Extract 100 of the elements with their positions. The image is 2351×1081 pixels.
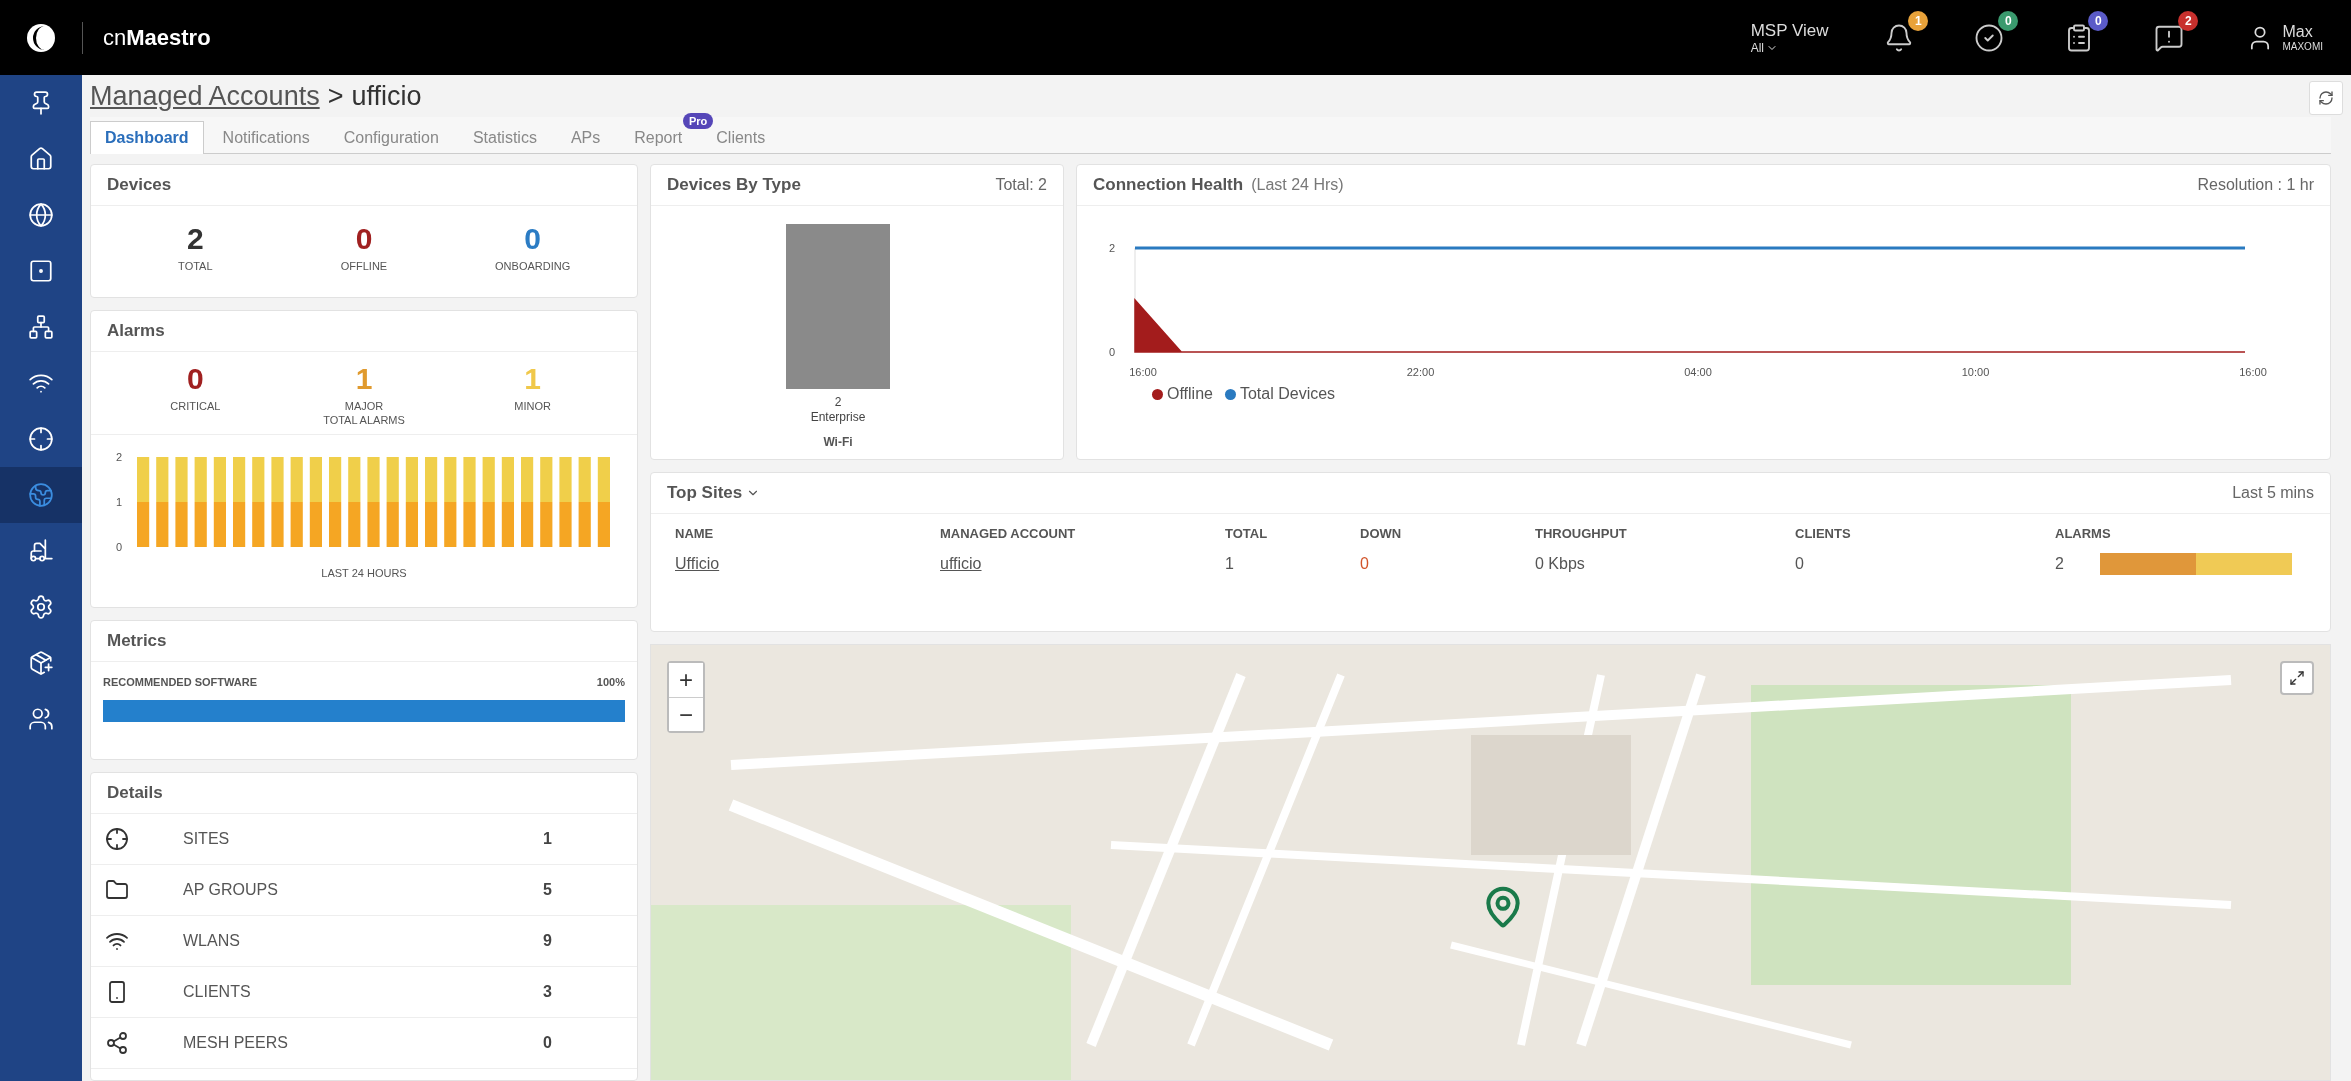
- table-cell-text: 0: [1795, 555, 1805, 573]
- folder-icon: [105, 878, 129, 902]
- legend-item: Total Devices: [1224, 385, 1336, 403]
- detail-value: 0: [543, 1034, 553, 1052]
- card-title: Connection Health: [1093, 175, 1244, 195]
- view-label: MSP View: [1750, 20, 1829, 41]
- forklift-icon: [28, 538, 54, 564]
- period-label: Last 5 mins: [2232, 484, 2314, 502]
- axis-tick-label: 10:00: [1961, 366, 1990, 378]
- detail-value: 5: [543, 881, 553, 899]
- table-cell-text: 0: [1360, 555, 1370, 573]
- user-name: Max: [2282, 23, 2313, 41]
- axis-tick-label: 2: [1109, 242, 1116, 254]
- column-header: THROUGHPUT: [1535, 526, 1628, 541]
- legend-item: Offline: [1152, 385, 1213, 403]
- globe-icon: [28, 482, 54, 508]
- axis-tick-label: 2: [116, 451, 123, 463]
- pro-badge: Pro: [682, 113, 714, 129]
- axis-tick-label: 0: [1109, 346, 1116, 358]
- stat-label: MAJOR: [344, 400, 384, 412]
- user-organization: MAXOMI: [2282, 41, 2323, 52]
- check-circle-icon: [1974, 22, 2005, 53]
- category-label: Enterprise: [810, 410, 866, 424]
- column-header: ALARMS: [2055, 526, 2112, 541]
- stat-label: CRITICAL: [170, 400, 221, 412]
- stat-label: TOTAL: [178, 260, 213, 272]
- network-icon: [28, 314, 54, 340]
- count-badge: 1: [1908, 10, 1929, 31]
- metric-label: RECOMMENDED SOFTWARE: [103, 676, 257, 688]
- column-header: TOTAL: [1225, 526, 1269, 541]
- crosshair-icon: [105, 827, 129, 851]
- column-header: CLIENTS: [1795, 526, 1852, 541]
- metric-reading: 100%: [596, 676, 625, 688]
- detail-label: AP GROUPS: [183, 881, 279, 899]
- breadcrumb-link[interactable]: Managed Accounts: [90, 80, 320, 112]
- card-title: Alarms: [107, 321, 165, 341]
- stat-value: 0: [524, 222, 541, 256]
- detail-label: SITES: [183, 830, 231, 848]
- column-header: MANAGED ACCOUNT: [940, 526, 1077, 541]
- table-cell-text: 0 Kbps: [1535, 555, 1586, 573]
- column-header: NAME: [675, 526, 715, 541]
- stat-label: MINOR: [514, 400, 551, 412]
- axis-label: LAST 24 HOURS: [321, 567, 407, 579]
- count-badge: 0: [1998, 10, 2019, 31]
- total-alarms-label: TOTAL ALARMS: [323, 414, 405, 426]
- stat-label: OFFLINE: [340, 260, 388, 272]
- mesh-icon: [105, 1031, 129, 1055]
- stat-value: 2: [187, 222, 204, 256]
- detail-value: 9: [543, 932, 553, 950]
- fullscreen-button[interactable]: [2280, 661, 2314, 695]
- column-header: DOWN: [1360, 526, 1403, 541]
- breadcrumb-separator: >: [327, 80, 344, 112]
- table-cell: 2: [2055, 555, 2064, 573]
- card-title: Metrics: [107, 631, 167, 651]
- total-label: Total: 2: [995, 176, 1047, 194]
- stat-value: 1: [524, 362, 541, 396]
- brand-name: cnMaestro: [103, 24, 211, 51]
- axis-tick-label: 16:00: [1129, 366, 1157, 378]
- axis-tick-label: 22:00: [1406, 366, 1435, 378]
- count-badge: 2: [2178, 10, 2199, 31]
- crosshair-icon: [28, 426, 54, 452]
- view-dropdown[interactable]: All: [1750, 40, 1829, 55]
- detail-value: 3: [543, 983, 553, 1001]
- detail-value: 1: [543, 830, 553, 848]
- stat-value: 1: [355, 362, 373, 396]
- bar-count: 2: [834, 395, 842, 409]
- card-title: Details: [107, 783, 163, 803]
- axis-tick-label: 0: [116, 541, 123, 553]
- resolution-label: Resolution : 1 hr: [2197, 176, 2314, 194]
- users-icon: [28, 706, 54, 732]
- tab[interactable]: Statistics: [457, 121, 552, 154]
- account-link[interactable]: ufficio: [940, 555, 982, 573]
- tab[interactable]: Configuration: [328, 121, 454, 154]
- stat-label: ONBOARDING: [495, 260, 571, 272]
- detail-label: MESH PEERS: [183, 1034, 289, 1052]
- group-label: Wi-Fi: [823, 435, 853, 449]
- sidebar-item[interactable]: [0, 467, 82, 523]
- table-cell-text: 1: [1225, 555, 1235, 573]
- user-menu-button[interactable]: Max MAXOMI: [2240, 22, 2329, 53]
- breadcrumb-current: ufficio: [351, 80, 422, 112]
- logo-icon: [26, 22, 56, 53]
- top-sites-dropdown[interactable]: Top Sites: [667, 483, 761, 503]
- site-link[interactable]: Ufficio: [675, 555, 720, 573]
- refresh-icon: [2318, 90, 2334, 106]
- stat-value: 0: [187, 362, 204, 396]
- globe-icon: [28, 202, 54, 228]
- axis-tick-label: 04:00: [1684, 366, 1712, 378]
- card-title: Devices: [107, 175, 172, 195]
- settings-icon: [28, 594, 54, 620]
- card-subtitle: (Last 24 Hrs): [1251, 176, 1344, 194]
- expand-icon: [2289, 670, 2305, 686]
- axis-tick-label: 16:00: [2239, 366, 2267, 378]
- axis-tick-label: 1: [116, 496, 123, 508]
- card-title: Devices By Type: [667, 175, 801, 195]
- stat-value: 0: [355, 222, 373, 256]
- refresh-button[interactable]: [2309, 81, 2343, 115]
- detail-label: WLANS: [183, 932, 241, 950]
- zoom-out-button[interactable]: −: [669, 697, 703, 731]
- count-badge: 0: [2088, 10, 2109, 31]
- tab[interactable]: Dashboard: [90, 121, 204, 154]
